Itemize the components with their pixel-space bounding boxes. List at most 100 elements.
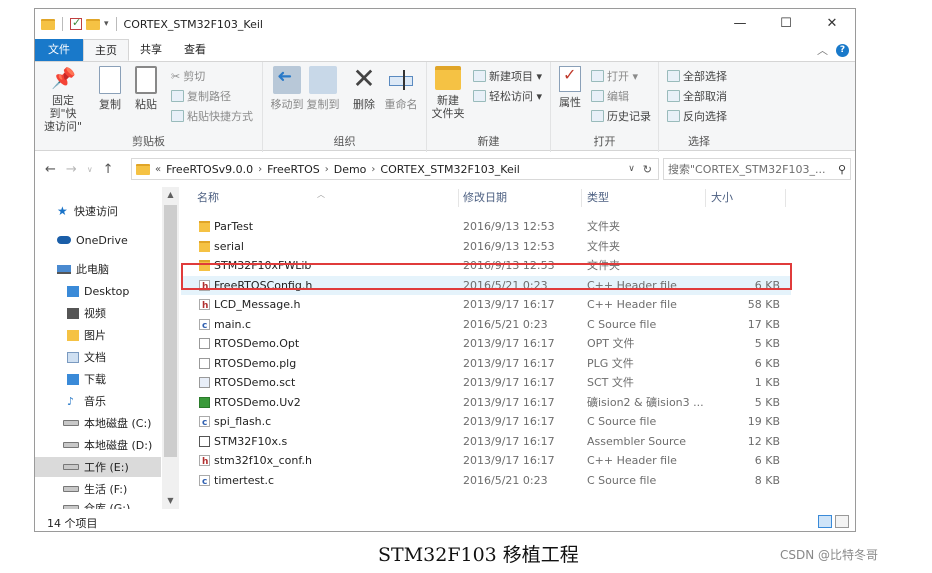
address-dropdown-icon[interactable]: ∨ [628,164,635,174]
details-view-icon[interactable] [818,515,832,528]
breadcrumb-item[interactable]: Demo [334,163,367,176]
breadcrumb-item[interactable]: FreeRTOS [267,163,320,176]
file-name: spi_flash.c [214,415,272,428]
move-to-button[interactable]: 移动到 [269,66,305,111]
new-folder-icon[interactable] [86,18,100,30]
nav-videos[interactable]: 视频 [35,303,161,323]
help-icon[interactable]: ? [836,43,849,57]
pin-quick-access-button[interactable]: 📌 固定到"快 速访问" [39,66,87,133]
file-row[interactable]: STM32F10x.s 2013/9/17 16:17 Assembler Sour… [181,432,791,451]
nav-this-pc[interactable]: 此电脑 [35,259,161,279]
chevron-right-icon[interactable]: › [258,164,262,175]
file-date: 2016/9/13 12:53 [463,239,555,253]
refresh-icon[interactable]: ↻ [643,163,652,176]
file-row[interactable]: RTOSDemo.plg 2013/9/17 16:17 PLG 文件 6 KB [181,354,791,373]
forward-icon[interactable]: → [66,162,77,177]
watermark: CSDN @比特冬哥 [780,548,879,562]
search-icon[interactable]: ⚲ [838,163,850,176]
tab-home[interactable]: 主页 [83,39,129,61]
column-size[interactable]: 大小 [711,187,733,209]
search-box[interactable]: 搜索"CORTEX_STM32F103_... ⚲ [663,158,851,180]
scroll-thumb[interactable] [164,205,177,457]
file-row[interactable]: ParTest 2016/9/13 12:53 文件夹 [181,217,791,236]
select-all-button[interactable]: 全部选择 [667,68,727,84]
paste-shortcut-button[interactable]: 粘贴快捷方式 [171,108,253,124]
easy-access-button[interactable]: 轻松访问 ▾ [473,88,542,104]
file-row[interactable]: timertest.c 2016/5/21 0:23 C Source file 8 … [181,471,791,492]
tab-share[interactable]: 共享 [129,39,173,61]
copy-button[interactable]: 复制 [95,66,125,111]
back-icon[interactable]: ← [45,162,56,177]
properties-button[interactable]: 属性 [555,66,585,109]
column-header: 名称 ︿ 修改日期 类型 大小 [181,187,855,209]
nav-drive-f[interactable]: 生活 (F:) [35,479,161,499]
file-row[interactable]: serial 2016/9/13 12:53 文件夹 [181,237,791,256]
new-item-button[interactable]: 新建项目 ▾ [473,68,542,84]
file-name: stm32f10x_conf.h [214,454,312,467]
file-row[interactable]: main.c 2016/5/21 0:23 C Source file 17 KB [181,315,791,336]
select-none-button[interactable]: 全部取消 [667,88,727,104]
file-row[interactable]: RTOSDemo.sct 2013/9/17 16:17 SCT 文件 1 KB [181,373,791,392]
nav-music[interactable]: ♪ 音乐 [35,391,161,411]
file-row[interactable]: stm32f10x_conf.h 2013/9/17 16:17 C++ Heade… [181,451,791,472]
copy-to-button[interactable]: 复制到 [305,66,341,111]
tab-view[interactable]: 查看 [173,39,217,61]
nav-drive-e[interactable]: 工作 (E:) [35,457,161,477]
recent-locations-icon[interactable]: ∨ [87,165,93,174]
close-button[interactable]: ✕ [809,9,855,39]
delete-button[interactable]: ✕ 删除 [349,65,379,112]
computer-icon [57,264,71,274]
up-icon[interactable]: ↑ [103,162,114,177]
new-folder-button[interactable]: 新建 文件夹 [429,66,467,120]
ribbon-collapse-icon[interactable]: ︿ [817,42,828,58]
chevron-right-icon[interactable]: › [371,164,375,175]
star-icon: ★ [57,204,68,218]
paste-button[interactable]: 粘贴 [131,66,161,111]
properties-icon[interactable] [70,16,82,30]
breadcrumb-item[interactable]: CORTEX_STM32F103_Keil [380,163,519,176]
nav-drive-c[interactable]: 本地磁盘 (C:) [35,413,161,433]
large-icons-view-icon[interactable] [835,515,849,528]
nav-pictures[interactable]: 图片 [35,325,161,345]
nav-desktop[interactable]: Desktop [35,281,161,301]
breadcrumb-item[interactable]: FreeRTOSv9.0.0 [166,163,253,176]
column-type[interactable]: 类型 [587,187,609,209]
nav-downloads[interactable]: 下载 [35,369,161,389]
nav-quick-access[interactable]: ★ 快速访问 [35,201,161,221]
invert-selection-button[interactable]: 反向选择 [667,108,727,124]
file-type: C Source file [587,415,657,428]
nav-scrollbar[interactable]: ▲ ▼ [162,187,179,509]
maximize-button[interactable]: ☐ [763,9,809,39]
file-row[interactable]: spi_flash.c 2013/9/17 16:17 C Source file 1… [181,412,791,433]
nav-documents[interactable]: 文档 [35,347,161,367]
cut-button[interactable]: ✂ 剪切 [171,68,205,84]
column-name[interactable]: 名称 [197,187,219,209]
scroll-up-icon[interactable]: ▲ [162,187,179,203]
chevron-right-icon[interactable]: › [325,164,329,175]
history-button[interactable]: 历史记录 [591,108,651,124]
new-group: 新建 文件夹 新建项目 ▾ 轻松访问 ▾ 新建 [427,62,551,152]
file-row[interactable]: RTOSDemo.Opt 2013/9/17 16:17 OPT 文件 5 KB [181,334,791,353]
file-icon [199,435,210,447]
paste-icon [135,66,157,94]
copy-path-button[interactable]: 复制路径 [171,88,231,104]
open-button[interactable]: 打开 ▾ [591,68,638,84]
nav-drive-g[interactable]: 仓库 (G:) [35,501,161,509]
scroll-down-icon[interactable]: ▼ [162,493,179,509]
customize-qat-icon[interactable]: ▾ [104,19,109,29]
breadcrumb-overflow[interactable]: « [155,164,161,175]
minimize-button[interactable]: — [717,9,763,39]
column-date[interactable]: 修改日期 [463,187,507,209]
file-row[interactable]: LCD_Message.h 2013/9/17 16:17 C++ Header f… [181,295,791,316]
file-row[interactable]: RTOSDemo.Uv2 2013/9/17 16:17 礦ision2 & 礦is… [181,393,791,412]
address-bar[interactable]: « FreeRTOSv9.0.0 › FreeRTOS › Demo › COR… [131,158,659,180]
tab-file[interactable]: 文件 [35,39,83,61]
folder-icon [41,18,55,30]
sort-ascending-icon: ︿ [317,190,325,199]
nav-onedrive[interactable]: OneDrive [35,230,161,250]
nav-drive-d[interactable]: 本地磁盘 (D:) [35,435,161,455]
picture-icon [67,329,79,341]
rename-button[interactable]: 重命名 [383,66,419,111]
edit-button[interactable]: 编辑 [591,88,629,104]
drive-icon [63,486,79,492]
